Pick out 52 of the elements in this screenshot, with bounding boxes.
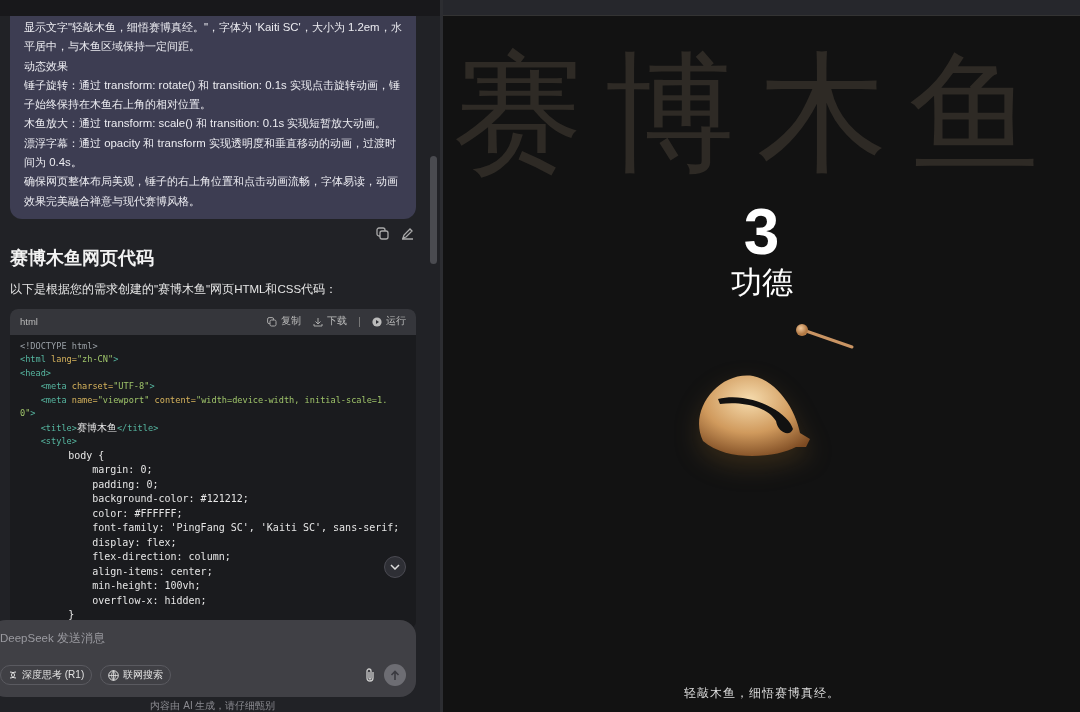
code-line: color: #FFFFFF; — [91, 506, 183, 521]
disclaimer-text: 内容由 AI 生成，请仔细甄别 — [149, 699, 277, 712]
code-line: flex-direction: column; — [91, 550, 231, 565]
message-text: 显示文字"轻敲木鱼，细悟赛博真经。"，字体为 'Kaiti SC'，大小为 1.2em，水 — [24, 20, 402, 35]
code-line: body { — [67, 448, 105, 463]
copy-button[interactable]: 复制 — [267, 315, 301, 329]
message-text: 确保网页整体布局美观，锤子的右上角位置和点击动画流畅，字体易读，动画 — [24, 174, 399, 190]
code-line: <head> — [20, 366, 52, 380]
code-line: } — [67, 608, 75, 623]
message-text: 效果完美融合禅意与现代赛博风格。 — [24, 193, 201, 209]
run-button[interactable]: 运行 — [372, 315, 406, 329]
download-icon — [313, 316, 323, 327]
message-text: 间为 0.4s。 — [24, 155, 83, 171]
code-line: <html lang="zh-CN"> — [20, 353, 119, 367]
download-button[interactable]: 下载 — [313, 315, 347, 329]
code-line: <!DOCTYPE html> — [20, 339, 98, 353]
attachment-icon[interactable] — [364, 667, 376, 683]
merit-count: 3 — [743, 200, 780, 264]
message-text: 子始终保持在木鱼右上角的相对位置。 — [24, 97, 212, 113]
message-text: 漂浮字幕：通过 opacity 和 transform 实现透明度和垂直移动的动画，过渡时 — [24, 135, 397, 151]
code-language: html — [20, 316, 38, 328]
code-line: padding: 0; — [91, 477, 159, 492]
scroll-down-button[interactable] — [384, 555, 406, 578]
edit-icon[interactable] — [401, 226, 414, 240]
globe-icon — [108, 669, 120, 681]
code-line: align-items: center; — [91, 564, 213, 579]
code-line: <meta charset="UTF-8"> — [39, 380, 155, 394]
message-input[interactable]: DeepSeek 发送消息 深度思考 (R1) 联网搜索 — [0, 620, 416, 697]
copy-icon — [267, 316, 277, 327]
code-line: margin: 0; — [91, 463, 153, 478]
intro-text: 以下是根据您的需求创建的"赛博木鱼"网页HTML和CSS代码： — [10, 281, 339, 297]
code-line: background-color: #121212; — [91, 492, 249, 507]
chevron-down-icon — [390, 563, 400, 570]
code-line: overflow-x: hidden; — [91, 593, 207, 608]
message-text: 木鱼放大：通过 transform: scale() 和 transition: 0.1s 实现短暂放大动画。 — [24, 116, 388, 132]
merit-label: 功德 — [730, 264, 793, 302]
play-icon — [372, 316, 382, 327]
code-line: 0"> — [20, 407, 36, 421]
arrow-up-icon — [390, 669, 400, 681]
code-line: font-family: 'PingFang SC', 'Kaiti SC', sans-serif; — [91, 521, 400, 536]
section-heading: 赛博木鱼网页代码 — [10, 246, 155, 270]
message-text: 平居中，与木鱼区域保持一定间距。 — [24, 39, 201, 55]
code-line: min-height: 100vh; — [91, 579, 201, 594]
caption-text: 轻敲木鱼，细悟赛博真经。 — [683, 685, 840, 702]
code-line: <meta name="viewport" content="width=device-width, initial-scale=1. — [39, 393, 388, 407]
message-text: 锤子旋转：通过 transform: rotate() 和 transition: 0.1s 实现点击旋转动画，锤 — [24, 77, 401, 93]
code-line: <style> — [39, 435, 77, 449]
code-line: <title>赛博木鱼</title> — [39, 420, 159, 435]
message-text: 动态效果 — [24, 58, 69, 74]
copy-icon[interactable] — [376, 226, 389, 240]
scrollbar-thumb[interactable] — [430, 156, 437, 264]
code-line: display: flex; — [91, 535, 177, 550]
